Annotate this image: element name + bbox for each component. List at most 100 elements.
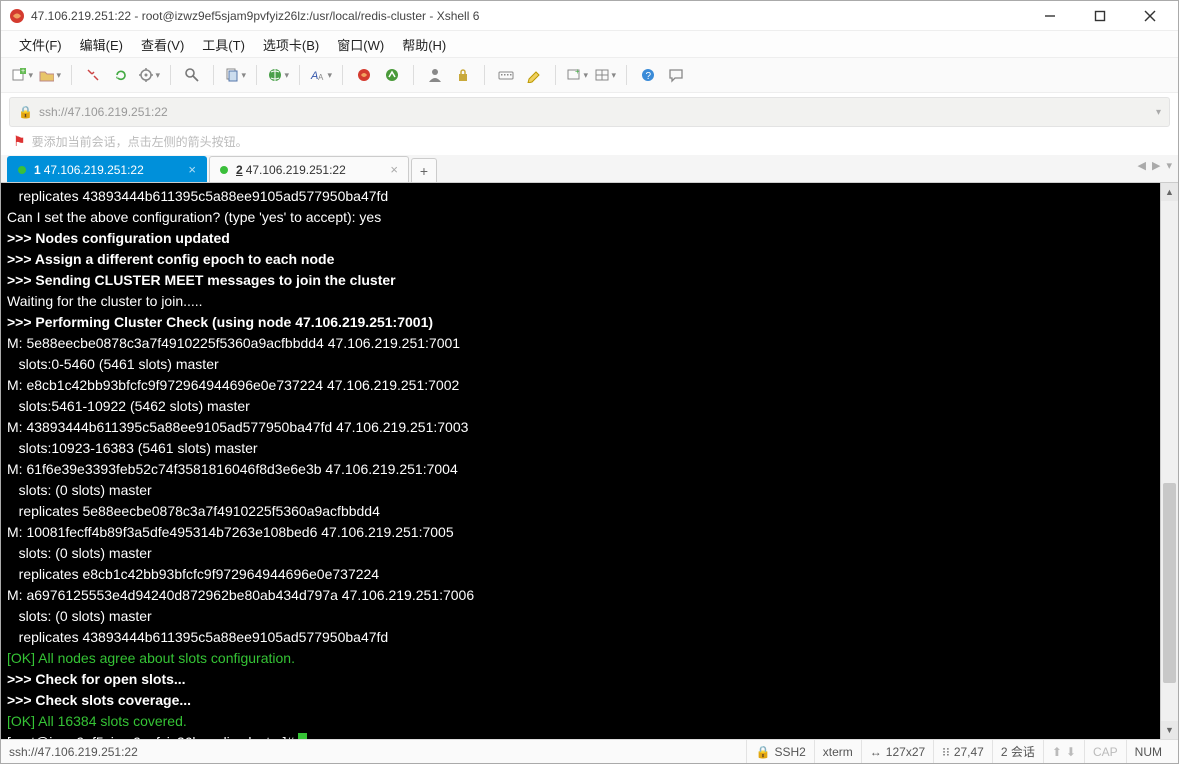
keyboard-icon[interactable]: [495, 64, 517, 86]
term-line: M: 61f6e39e3393feb52c74f3581816046f8d3e6…: [7, 461, 458, 477]
status-sessions-text: 2 会话: [1001, 743, 1035, 760]
term-line: >>> Check slots coverage...: [7, 692, 191, 708]
disconnect-button[interactable]: [82, 64, 104, 86]
status-address: ssh://47.106.219.251:22: [9, 740, 146, 763]
reconnect-button[interactable]: [110, 64, 132, 86]
tab-number: 2: [236, 163, 243, 177]
up-icon: ⬆: [1052, 745, 1062, 759]
status-num: NUM: [1126, 740, 1170, 763]
app-icon: [9, 8, 25, 24]
scrollbar[interactable]: ▲ ▼: [1160, 183, 1178, 739]
menu-tools[interactable]: 工具(T): [202, 35, 245, 54]
term-line: replicates 5e88eecbe0878c3a7f4910225f536…: [7, 503, 380, 519]
hint-flag-icon: ⚑: [13, 133, 26, 150]
new-tab-button[interactable]: +: [411, 158, 437, 182]
status-pos-text: 27,47: [954, 745, 984, 759]
menu-edit[interactable]: 编辑(E): [80, 35, 123, 54]
toolbar-separator-10: [626, 65, 627, 85]
user-icon[interactable]: [424, 64, 446, 86]
status-dot-icon: [220, 166, 228, 174]
toolbar-separator-2: [170, 65, 171, 85]
scroll-down-icon[interactable]: ▼: [1161, 721, 1178, 739]
toolbar-separator-9: [555, 65, 556, 85]
status-sessions: 2 会话: [992, 740, 1043, 763]
close-button[interactable]: [1136, 6, 1164, 26]
scroll-up-icon[interactable]: ▲: [1161, 183, 1178, 201]
highlight-icon[interactable]: [523, 64, 545, 86]
scroll-thumb[interactable]: [1163, 483, 1176, 683]
hint-bar: ⚑ 要添加当前会话，点击左侧的箭头按钮。: [1, 127, 1178, 155]
term-line: >>> Sending CLUSTER MEET messages to joi…: [7, 272, 396, 288]
menu-file[interactable]: 文件(F): [19, 35, 62, 54]
menu-bar: 文件(F) 编辑(E) 查看(V) 工具(T) 选项卡(B) 窗口(W) 帮助(…: [1, 31, 1178, 57]
lock-icon[interactable]: [452, 64, 474, 86]
tab-close-icon[interactable]: ×: [188, 162, 196, 177]
window-title: 47.106.219.251:22 - root@izwz9ef5sjam9pv…: [31, 9, 1036, 23]
copy-button[interactable]: [224, 64, 246, 86]
font-button[interactable]: AA: [310, 64, 332, 86]
status-num-text: NUM: [1135, 745, 1162, 759]
toolbar-separator-5: [299, 65, 300, 85]
help-button[interactable]: ?: [637, 64, 659, 86]
address-bar[interactable]: 🔒 ssh://47.106.219.251:22 ▾: [9, 97, 1170, 127]
tab-list-icon[interactable]: ▾: [1166, 159, 1172, 172]
terminal[interactable]: replicates 43893444b611395c5a88ee9105ad5…: [1, 183, 1160, 739]
term-line: slots: (0 slots) master: [7, 482, 152, 498]
layout-add-button[interactable]: +: [566, 64, 588, 86]
term-line: slots: (0 slots) master: [7, 545, 152, 561]
tab-close-icon[interactable]: ×: [390, 162, 398, 177]
status-size-text: 127x27: [886, 745, 925, 759]
status-term: xterm: [814, 740, 861, 763]
menu-window[interactable]: 窗口(W): [337, 35, 384, 54]
session-tab-2[interactable]: 2 47.106.219.251:22 ×: [209, 156, 409, 182]
address-dropdown-icon[interactable]: ▾: [1156, 107, 1161, 118]
down-icon: ⬇: [1066, 745, 1076, 759]
tab-label: 47.106.219.251:22: [246, 163, 346, 177]
properties-button[interactable]: [138, 64, 160, 86]
term-line: replicates 43893444b611395c5a88ee9105ad5…: [7, 188, 388, 204]
maximize-button[interactable]: [1086, 6, 1114, 26]
term-line: >>> Assign a different config epoch to e…: [7, 251, 334, 267]
toolbar: + AA + ?: [1, 57, 1178, 93]
term-line: [OK] All nodes agree about slots configu…: [7, 650, 295, 666]
term-line: slots:0-5460 (5461 slots) master: [7, 356, 219, 372]
search-button[interactable]: [181, 64, 203, 86]
toolbar-separator-7: [413, 65, 414, 85]
svg-text:A: A: [318, 73, 324, 82]
term-line: replicates e8cb1c42bb93bfcfc9f9729649446…: [7, 566, 379, 582]
tab-strip: 1 47.106.219.251:22 × 2 47.106.219.251:2…: [1, 155, 1178, 183]
status-updown: ⬆⬇: [1043, 740, 1084, 763]
address-url: ssh://47.106.219.251:22: [39, 105, 168, 119]
xftp-button[interactable]: [381, 64, 403, 86]
globe-button[interactable]: [267, 64, 289, 86]
term-line: M: 10081fecff4b89f3a5dfe495314b7263e108b…: [7, 524, 454, 540]
menu-tabs[interactable]: 选项卡(B): [263, 35, 319, 54]
toolbar-separator-6: [342, 65, 343, 85]
layout-button[interactable]: [594, 64, 616, 86]
menu-view[interactable]: 查看(V): [141, 35, 184, 54]
term-line: slots:10923-16383 (5461 slots) master: [7, 440, 258, 456]
term-line: >>> Check for open slots...: [7, 671, 186, 687]
svg-text:?: ?: [646, 71, 652, 82]
toolbar-separator-1: [71, 65, 72, 85]
session-tab-1[interactable]: 1 47.106.219.251:22 ×: [7, 156, 207, 182]
new-session-button[interactable]: +: [11, 64, 33, 86]
position-icon: ⁝⁝: [942, 745, 950, 759]
toolbar-separator-8: [484, 65, 485, 85]
status-ssh: 🔒SSH2: [746, 740, 813, 763]
term-line: >>> Performing Cluster Check (using node…: [7, 314, 433, 330]
tab-prev-icon[interactable]: ◀: [1138, 159, 1146, 172]
term-line: M: 5e88eecbe0878c3a7f4910225f5360a9acfbb…: [7, 335, 460, 351]
minimize-button[interactable]: [1036, 6, 1064, 26]
title-bar: 47.106.219.251:22 - root@izwz9ef5sjam9pv…: [1, 1, 1178, 31]
menu-help[interactable]: 帮助(H): [402, 35, 446, 54]
term-line: Waiting for the cluster to join.....: [7, 293, 203, 309]
open-session-button[interactable]: [39, 64, 61, 86]
status-ssh-text: SSH2: [774, 745, 805, 759]
tab-number: 1: [34, 163, 41, 177]
svg-text:+: +: [21, 68, 25, 75]
comment-icon[interactable]: [665, 64, 687, 86]
tab-next-icon[interactable]: ▶: [1152, 159, 1160, 172]
xshell-button[interactable]: [353, 64, 375, 86]
hint-text: 要添加当前会话，点击左侧的箭头按钮。: [32, 133, 248, 150]
